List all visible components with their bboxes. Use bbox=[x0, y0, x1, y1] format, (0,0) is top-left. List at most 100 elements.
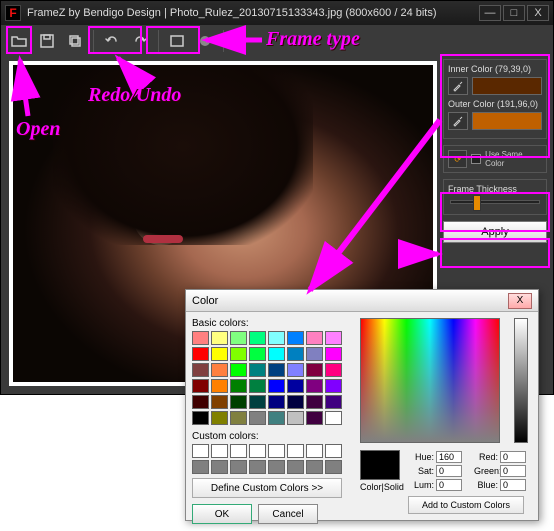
basic-color-swatch[interactable] bbox=[287, 379, 304, 393]
save-button[interactable] bbox=[35, 29, 59, 53]
redo-button[interactable] bbox=[128, 29, 152, 53]
custom-color-swatch[interactable] bbox=[249, 444, 266, 458]
basic-color-swatch[interactable] bbox=[192, 395, 209, 409]
maximize-button[interactable]: □ bbox=[503, 5, 525, 21]
custom-color-swatch[interactable] bbox=[211, 460, 228, 474]
basic-color-swatch[interactable] bbox=[249, 331, 266, 345]
basic-color-swatch[interactable] bbox=[287, 363, 304, 377]
hue-input[interactable]: 160 bbox=[436, 451, 462, 463]
basic-color-swatch[interactable] bbox=[230, 379, 247, 393]
red-input[interactable]: 0 bbox=[500, 451, 526, 463]
basic-color-swatch[interactable] bbox=[192, 379, 209, 393]
copy-button[interactable] bbox=[63, 29, 87, 53]
basic-color-swatch[interactable] bbox=[268, 395, 285, 409]
use-same-color-checkbox[interactable] bbox=[471, 154, 481, 164]
custom-color-swatch[interactable] bbox=[268, 460, 285, 474]
basic-color-swatch[interactable] bbox=[268, 347, 285, 361]
custom-color-swatch[interactable] bbox=[325, 460, 342, 474]
inner-color-swatch[interactable] bbox=[472, 77, 542, 95]
custom-color-swatch[interactable] bbox=[287, 444, 304, 458]
custom-color-swatch[interactable] bbox=[287, 460, 304, 474]
close-button[interactable]: X bbox=[527, 5, 549, 21]
custom-color-swatch[interactable] bbox=[230, 444, 247, 458]
outer-eyedropper-button[interactable] bbox=[448, 112, 468, 130]
basic-color-swatch[interactable] bbox=[306, 331, 323, 345]
frame-rect-button[interactable] bbox=[165, 29, 189, 53]
minimize-button[interactable]: — bbox=[479, 5, 501, 21]
basic-color-swatch[interactable] bbox=[249, 411, 266, 425]
add-to-custom-button[interactable]: Add to Custom Colors bbox=[408, 496, 524, 514]
custom-color-swatch[interactable] bbox=[268, 444, 285, 458]
basic-color-swatch[interactable] bbox=[192, 331, 209, 345]
basic-color-swatch[interactable] bbox=[211, 363, 228, 377]
basic-color-swatch[interactable] bbox=[268, 363, 285, 377]
basic-color-swatch[interactable] bbox=[249, 363, 266, 377]
custom-color-swatch[interactable] bbox=[192, 460, 209, 474]
basic-color-swatch[interactable] bbox=[249, 347, 266, 361]
basic-color-swatch[interactable] bbox=[230, 331, 247, 345]
thickness-slider[interactable] bbox=[450, 200, 540, 204]
basic-color-swatch[interactable] bbox=[287, 395, 304, 409]
blue-input[interactable]: 0 bbox=[500, 479, 526, 491]
basic-color-swatch[interactable] bbox=[325, 363, 342, 377]
apply-button[interactable]: Apply bbox=[443, 221, 547, 243]
basic-color-swatch[interactable] bbox=[268, 331, 285, 345]
basic-color-swatch[interactable] bbox=[325, 379, 342, 393]
swap-colors-button[interactable]: ⟳ bbox=[448, 150, 467, 168]
custom-color-swatch[interactable] bbox=[325, 444, 342, 458]
green-input[interactable]: 0 bbox=[500, 465, 526, 477]
basic-color-swatch[interactable] bbox=[325, 331, 342, 345]
basic-color-swatch[interactable] bbox=[211, 379, 228, 393]
basic-color-swatch[interactable] bbox=[192, 363, 209, 377]
basic-color-swatch[interactable] bbox=[287, 331, 304, 345]
basic-color-swatch[interactable] bbox=[306, 379, 323, 393]
inner-eyedropper-button[interactable] bbox=[448, 77, 468, 95]
slider-thumb[interactable] bbox=[473, 195, 481, 211]
custom-color-swatch[interactable] bbox=[192, 444, 209, 458]
undo-button[interactable] bbox=[100, 29, 124, 53]
basic-color-swatch[interactable] bbox=[211, 347, 228, 361]
basic-color-swatch[interactable] bbox=[306, 347, 323, 361]
basic-color-swatch[interactable] bbox=[287, 411, 304, 425]
basic-color-swatch[interactable] bbox=[211, 411, 228, 425]
color-dialog-close-button[interactable]: X bbox=[508, 293, 532, 309]
custom-color-swatch[interactable] bbox=[211, 444, 228, 458]
basic-color-swatch[interactable] bbox=[306, 411, 323, 425]
basic-color-swatch[interactable] bbox=[325, 347, 342, 361]
help-button[interactable]: ? bbox=[230, 29, 254, 53]
outer-color-swatch[interactable] bbox=[472, 112, 542, 130]
titlebar[interactable]: F FrameZ by Bendigo Design | Photo_Rulez… bbox=[1, 1, 553, 25]
color-gradient-picker[interactable] bbox=[360, 318, 500, 443]
basic-color-swatch[interactable] bbox=[249, 395, 266, 409]
basic-color-swatch[interactable] bbox=[306, 395, 323, 409]
basic-color-swatch[interactable] bbox=[211, 395, 228, 409]
basic-color-swatch[interactable] bbox=[211, 331, 228, 345]
custom-color-swatch[interactable] bbox=[230, 460, 247, 474]
frame-vignette-button[interactable] bbox=[193, 29, 217, 53]
basic-color-swatch[interactable] bbox=[230, 411, 247, 425]
basic-color-swatch[interactable] bbox=[268, 411, 285, 425]
basic-color-swatch[interactable] bbox=[287, 347, 304, 361]
basic-color-swatch[interactable] bbox=[230, 363, 247, 377]
basic-color-swatch[interactable] bbox=[325, 411, 342, 425]
custom-color-swatch[interactable] bbox=[249, 460, 266, 474]
luminance-slider[interactable] bbox=[514, 318, 528, 443]
basic-color-swatch[interactable] bbox=[249, 379, 266, 393]
open-button[interactable] bbox=[7, 29, 31, 53]
basic-color-swatch[interactable] bbox=[268, 379, 285, 393]
sat-input[interactable]: 0 bbox=[436, 465, 462, 477]
basic-color-swatch[interactable] bbox=[230, 347, 247, 361]
custom-color-swatch[interactable] bbox=[306, 460, 323, 474]
basic-color-swatch[interactable] bbox=[192, 347, 209, 361]
cancel-button[interactable]: Cancel bbox=[258, 504, 318, 524]
define-custom-button[interactable]: Define Custom Colors >> bbox=[192, 478, 342, 498]
lum-input[interactable]: 0 bbox=[436, 479, 462, 491]
basic-color-swatch[interactable] bbox=[230, 395, 247, 409]
custom-color-swatch[interactable] bbox=[306, 444, 323, 458]
color-dialog-titlebar[interactable]: Color X bbox=[186, 290, 538, 312]
basic-color-swatch[interactable] bbox=[325, 395, 342, 409]
basic-color-swatch[interactable] bbox=[306, 363, 323, 377]
basic-color-swatch[interactable] bbox=[192, 411, 209, 425]
ok-button[interactable]: OK bbox=[192, 504, 252, 524]
hue-label: Hue: bbox=[410, 450, 434, 464]
